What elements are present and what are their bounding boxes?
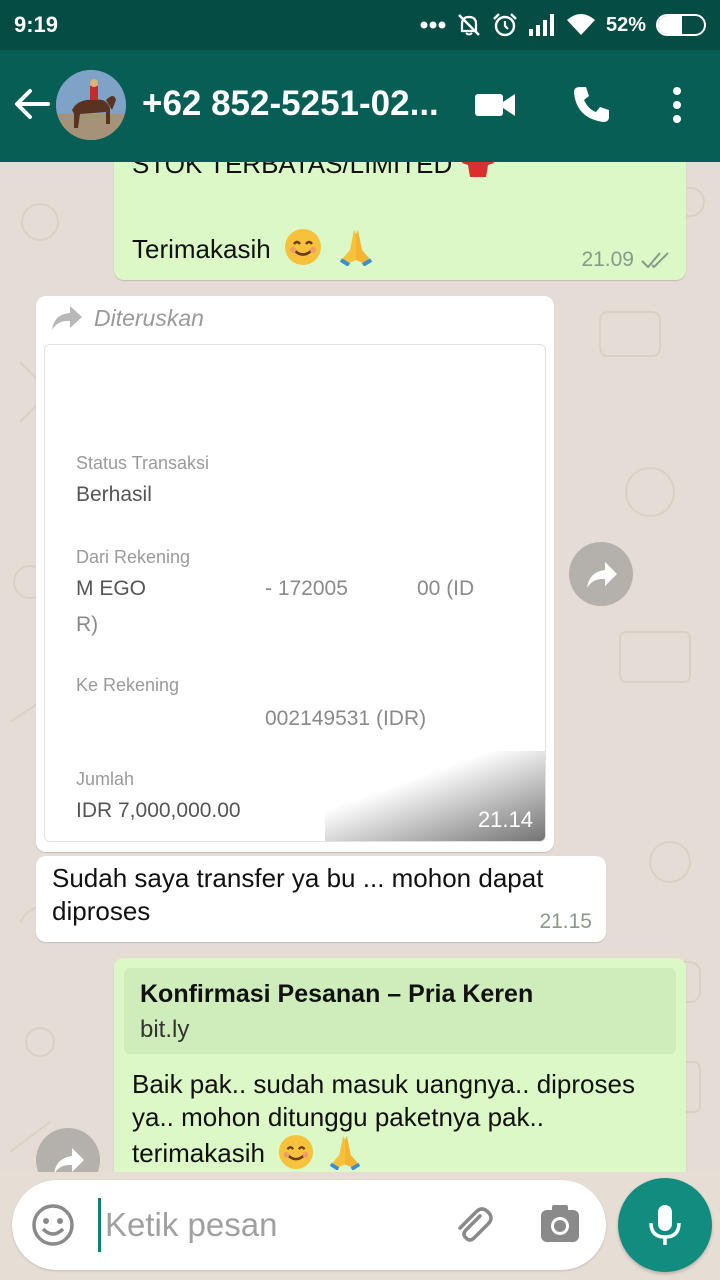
receipt-to-label: Ke Rekening	[76, 675, 180, 695]
forward-button[interactable]	[569, 542, 633, 606]
image-time: 21.14	[477, 807, 533, 832]
message-time: 21.15	[539, 910, 592, 933]
receipt-amount-value: IDR 7,000,000.00	[76, 799, 241, 822]
message-bubble-incoming[interactable]: Sudah saya transfer ya bu ... mohon dapa…	[36, 856, 606, 942]
contact-name[interactable]: +62 852-5251-02...	[142, 84, 439, 124]
message-bubble-outgoing[interactable]: STOK TERBATAS/LIMITED Terimakasih 21.09	[114, 162, 686, 280]
mic-button[interactable]	[618, 1178, 712, 1272]
receipt-from-account: - 172005	[265, 577, 348, 600]
tshirt-emoji-icon	[461, 162, 494, 177]
message-text: Sudah saya transfer ya bu ... mohon dapa…	[52, 863, 544, 926]
message-input[interactable]	[98, 1198, 428, 1252]
forwarded-label: Diteruskan	[50, 304, 204, 332]
phone-icon[interactable]	[568, 82, 614, 128]
camera-icon[interactable]	[536, 1200, 584, 1248]
receipt-from-name: M EGO	[76, 577, 147, 600]
signal-icon	[528, 14, 554, 36]
status-icons: 52%	[420, 10, 706, 40]
smile-emoji-icon	[284, 229, 321, 265]
forward-arrow-icon	[52, 306, 82, 330]
status-bar: 9:19 52%	[0, 0, 720, 50]
receipt-from-account-3: R)	[76, 613, 99, 636]
message-text-top: STOK TERBATAS/LIMITED	[132, 162, 496, 181]
message-meta: 21.09	[581, 248, 672, 272]
receipt-amount-label: Jumlah	[76, 769, 135, 789]
message-bubble-forwarded-image[interactable]: Diteruskan Status Transaksi Berhasil Dar…	[36, 296, 554, 852]
battery-percent: 52%	[605, 13, 646, 36]
link-domain: bit.ly	[140, 1016, 190, 1043]
more-dots-icon	[420, 21, 446, 29]
receipt-from-account-2: 00 (ID	[417, 577, 475, 600]
receipt-to-account: 002149531 (IDR)	[265, 707, 427, 730]
chat-area[interactable]: STOK TERBATAS/LIMITED Terimakasih 21.09 …	[0, 162, 720, 1172]
wifi-icon	[566, 14, 595, 35]
receipt-image[interactable]: Status Transaksi Berhasil Dari Rekening …	[44, 344, 546, 842]
message-text: Terimakasih	[132, 228, 375, 267]
pray-emoji-icon	[330, 1135, 361, 1171]
alarm-icon	[493, 13, 517, 37]
chat-header: +62 852-5251-02...	[0, 50, 720, 162]
receipt-status-value: Berhasil	[76, 483, 152, 506]
emoji-icon[interactable]	[30, 1202, 76, 1248]
attach-icon[interactable]	[450, 1202, 496, 1248]
forward-share-icon	[54, 1148, 84, 1172]
receipt-status-label: Status Transaksi	[76, 453, 210, 473]
avatar[interactable]	[56, 70, 126, 140]
video-call-icon[interactable]	[472, 82, 518, 128]
smile-emoji-icon	[279, 1134, 314, 1170]
back-arrow-icon[interactable]	[10, 82, 54, 126]
pray-emoji-icon	[340, 230, 373, 267]
battery-icon	[656, 14, 706, 36]
forward-share-icon	[587, 562, 617, 588]
more-vert-icon[interactable]	[654, 82, 700, 128]
forward-button[interactable]	[36, 1128, 100, 1172]
link-title: Konfirmasi Pesanan – Pria Keren	[140, 980, 534, 1008]
message-text: Baik pak.. sudah masuk uangnya.. diprose…	[132, 1069, 635, 1171]
message-input-bar	[12, 1180, 606, 1270]
link-preview[interactable]: Konfirmasi Pesanan – Pria Keren bit.ly	[124, 968, 676, 1054]
receipt-from-label: Dari Rekening	[76, 547, 191, 567]
mute-icon	[458, 14, 480, 36]
status-time: 9:19	[14, 12, 59, 37]
message-bubble-outgoing-link[interactable]: Konfirmasi Pesanan – Pria Keren bit.ly B…	[114, 958, 686, 1172]
double-check-icon	[641, 252, 669, 269]
mic-icon	[649, 1205, 681, 1245]
